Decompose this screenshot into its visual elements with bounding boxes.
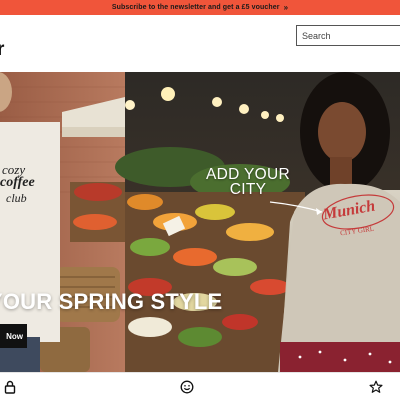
shop-now-label: Now (6, 331, 23, 341)
promo-text: Subscribe to the newsletter and get a £5… (111, 4, 280, 11)
lock-icon[interactable] (3, 380, 17, 394)
search-box[interactable] (296, 25, 400, 46)
site-header: r (0, 15, 400, 72)
bottom-navigation (0, 372, 400, 401)
search-input[interactable] (297, 26, 400, 46)
tee-print-line-3: club (6, 191, 27, 205)
add-your-city-callout: ADD YOUR CITY (206, 166, 290, 198)
star-icon[interactable] (369, 380, 383, 394)
brand-logo[interactable]: r (0, 40, 4, 59)
chevron-right-icon: » (283, 3, 289, 12)
hero-banner[interactable]: cozy coffee club ADD YOUR CITY Munich CI… (0, 72, 400, 372)
newsletter-promo-bar[interactable]: Subscribe to the newsletter and get a £5… (0, 0, 400, 15)
hero-headline: YOUR SPRING STYLE (0, 289, 223, 314)
smiley-icon[interactable] (180, 380, 194, 394)
shop-now-button[interactable]: Now (0, 324, 27, 348)
hero-photo (0, 72, 400, 372)
tee-print-line-2: coffee (0, 175, 35, 190)
